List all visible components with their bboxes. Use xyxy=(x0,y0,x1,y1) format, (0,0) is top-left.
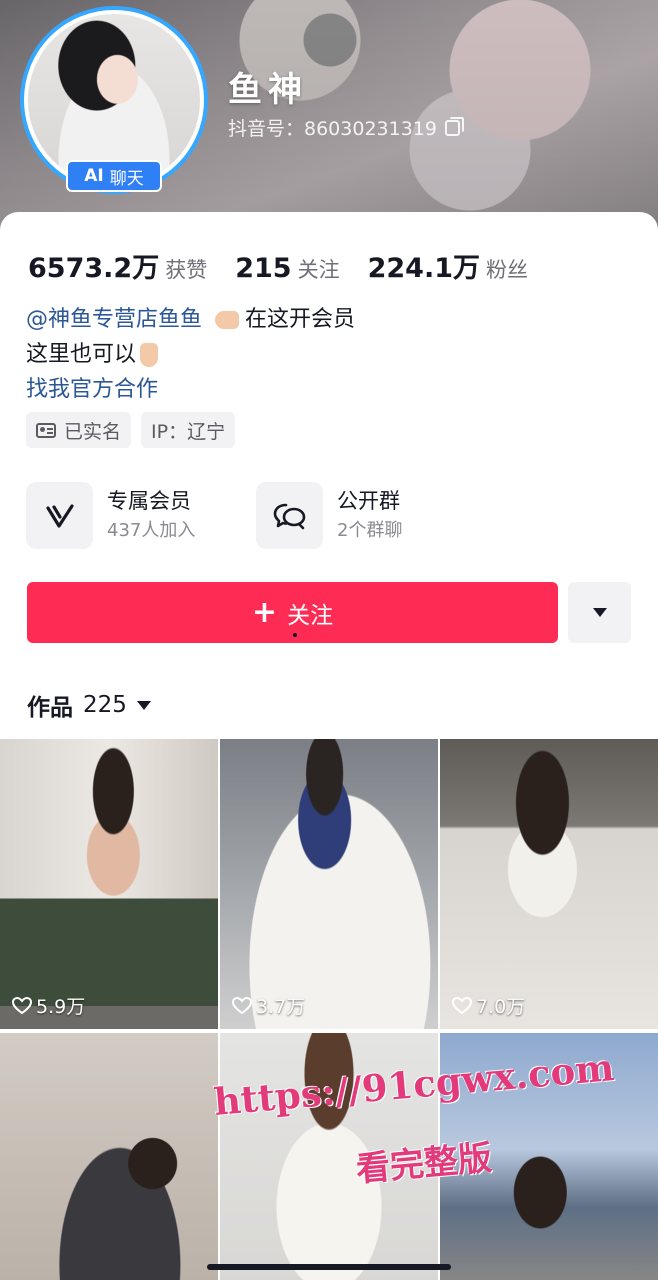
profile-nickname: 鱼神 xyxy=(228,70,308,110)
profile-tags: 已实名 IP：辽宁 xyxy=(26,412,245,448)
douyin-id[interactable]: 抖音号：86030231319 xyxy=(228,114,464,141)
stat-following[interactable]: 215 关注 xyxy=(235,253,339,284)
video-thumbnail[interactable]: 7.0万 xyxy=(440,739,658,1029)
pointing-down-icon xyxy=(140,343,159,367)
works-tab-label: 作品 xyxy=(27,695,73,721)
thumbnail-image xyxy=(440,739,658,1029)
home-indicator[interactable] xyxy=(207,1264,451,1270)
video-thumbnail[interactable]: 5.9万 xyxy=(0,739,218,1029)
feature-vip-membership[interactable]: 专属会员 437人加入 xyxy=(26,482,256,549)
bio: @神鱼专营店鱼鱼 在这开会员 这里也可以 找我官方合作 xyxy=(26,302,355,407)
feature-vip-title: 专属会员 xyxy=(107,488,191,513)
stat-likes-value: 6573.2万 xyxy=(28,253,160,284)
ai-chat-badge[interactable]: AI 聊天 xyxy=(66,160,162,192)
heart-icon xyxy=(452,996,472,1014)
id-card-icon xyxy=(36,422,56,438)
follow-dot xyxy=(292,633,297,637)
bio-line-2-text: 这里也可以 xyxy=(26,342,137,367)
ip-tag-label: IP：辽宁 xyxy=(151,420,226,443)
feature-public-group[interactable]: 公开群 2个群聊 xyxy=(256,482,486,549)
group-chat-icon xyxy=(256,482,323,549)
works-grid: 5.9万 3.7万 7.0万 xyxy=(0,739,658,1280)
ai-badge-label: 聊天 xyxy=(109,168,144,189)
ip-tag: IP：辽宁 xyxy=(141,412,236,448)
stat-followers-value: 224.1万 xyxy=(367,253,480,284)
verified-tag: 已实名 xyxy=(26,412,132,448)
verified-tag-label: 已实名 xyxy=(64,420,122,443)
thumbnail-image xyxy=(220,739,438,1029)
bio-mention-link[interactable]: @神鱼专营店鱼鱼 xyxy=(26,307,202,332)
feature-entries: 专属会员 437人加入 公开群 2个群聊 xyxy=(26,482,486,549)
like-count-text: 3.7万 xyxy=(256,996,306,1018)
stat-following-value: 215 xyxy=(235,253,292,284)
like-count: 7.0万 xyxy=(452,992,525,1019)
stat-followers[interactable]: 224.1万 粉丝 xyxy=(368,246,528,285)
bio-line-2: 这里也可以 xyxy=(26,337,355,372)
ai-badge-ai: AI xyxy=(84,166,104,186)
follow-button[interactable]: + 关注 xyxy=(27,582,558,643)
stat-likes-label: 获赞 xyxy=(165,258,208,282)
like-count-text: 7.0万 xyxy=(476,996,526,1018)
feature-group-title: 公开群 xyxy=(337,488,400,513)
douyin-id-text: 抖音号：86030231319 xyxy=(228,118,437,140)
thumbnail-image xyxy=(0,739,218,1029)
action-row: + 关注 xyxy=(27,582,631,643)
bio-line-1-text: 在这开会员 xyxy=(245,307,356,332)
copy-icon[interactable] xyxy=(444,116,464,136)
video-thumbnail[interactable]: 3.7万 xyxy=(220,739,438,1029)
feature-vip-subtitle: 437人加入 xyxy=(107,519,196,541)
pointing-right-icon xyxy=(215,311,240,329)
video-thumbnail[interactable] xyxy=(0,1033,218,1280)
heart-icon xyxy=(232,996,252,1014)
works-count: 225 xyxy=(83,692,127,718)
more-options-button[interactable] xyxy=(568,582,631,643)
follow-button-label: 关注 xyxy=(287,602,334,629)
bio-line-1: @神鱼专营店鱼鱼 在这开会员 xyxy=(26,302,355,337)
like-count: 5.9万 xyxy=(12,992,85,1019)
stats-row: 6573.2万 获赞 215 关注 224.1万 粉丝 xyxy=(28,246,556,285)
heart-icon xyxy=(12,996,32,1014)
stat-followers-label: 粉丝 xyxy=(485,258,528,282)
bio-cooperation-link[interactable]: 找我官方合作 xyxy=(26,372,355,407)
vip-v-icon xyxy=(26,482,93,549)
stat-likes[interactable]: 6573.2万 获赞 xyxy=(28,246,207,285)
stat-following-label: 关注 xyxy=(297,258,340,282)
thumbnail-image xyxy=(0,1033,218,1280)
like-count: 3.7万 xyxy=(232,992,305,1019)
caret-down-icon xyxy=(136,700,151,710)
like-count-text: 5.9万 xyxy=(36,996,86,1018)
caret-down-icon xyxy=(592,608,607,617)
works-tab[interactable]: 作品 225 xyxy=(27,688,151,722)
feature-group-subtitle: 2个群聊 xyxy=(337,519,403,541)
plus-icon: + xyxy=(251,594,278,630)
